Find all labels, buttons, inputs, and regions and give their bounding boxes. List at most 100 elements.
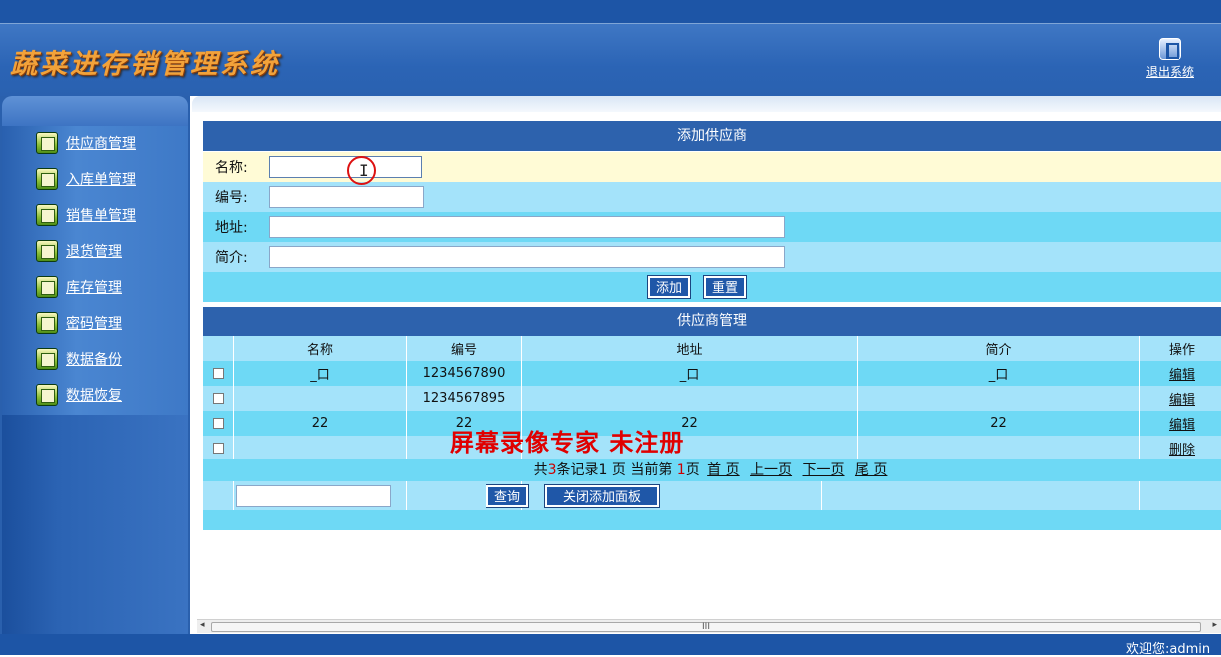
- sidebar-item-label[interactable]: 销售单管理: [66, 205, 136, 225]
- content-frame-top: [192, 96, 1221, 112]
- cell-name: _口: [234, 361, 407, 386]
- watermark: 屏幕录像专家 未注册: [450, 428, 685, 457]
- cell-name: [234, 436, 407, 461]
- top-bar: [0, 0, 1221, 24]
- pager-page-suffix: 页: [685, 462, 700, 478]
- text-cursor-icon: I: [359, 161, 369, 180]
- sidebar-item-label[interactable]: 入库单管理: [66, 169, 136, 189]
- document-icon: [36, 348, 58, 370]
- table-row: _口 1234567890 _口 _口 编辑: [203, 361, 1221, 386]
- delete-link[interactable]: 删除: [1169, 439, 1195, 458]
- cell-code: 1234567890: [407, 361, 522, 386]
- field-label: 编号:: [215, 190, 248, 206]
- sidebar-item-supplier[interactable]: 供应商管理: [36, 128, 136, 158]
- sidebar-item-stock-in[interactable]: 入库单管理: [36, 164, 136, 194]
- document-icon: [36, 276, 58, 298]
- sidebar-item-label[interactable]: 供应商管理: [66, 133, 136, 153]
- supplier-table-title: 供应商管理: [203, 307, 1221, 336]
- select-all-checkbox[interactable]: [212, 443, 224, 454]
- field-label: 名称:: [215, 160, 248, 176]
- document-icon: [36, 240, 58, 262]
- cell-name: [234, 386, 407, 411]
- column-header-code: 编号: [407, 336, 522, 361]
- column-header-op: 操作: [1168, 343, 1195, 358]
- sidebar-item-label[interactable]: 密码管理: [66, 313, 122, 333]
- table-row: 删除: [203, 436, 1221, 461]
- sidebar-item-inventory[interactable]: 库存管理: [36, 272, 122, 302]
- table-row: 22 22 22 22 编辑: [203, 411, 1221, 436]
- table-header: 名称 编号 地址 简介 操作: [203, 336, 1221, 361]
- sidebar-menu: 供应商管理 入库单管理 销售单管理 退货管理 库存管理 密码管理 数据备份 数据…: [2, 126, 188, 415]
- edit-link[interactable]: 编辑: [1169, 364, 1195, 383]
- edit-link[interactable]: 编辑: [1169, 389, 1195, 408]
- sidebar-item-password[interactable]: 密码管理: [36, 308, 122, 338]
- field-label: 简介:: [215, 250, 248, 266]
- column-header-intro: 简介: [858, 336, 1140, 361]
- next-page-link[interactable]: 下一页: [803, 462, 845, 478]
- horizontal-scrollbar[interactable]: ◂ III ▸: [197, 619, 1221, 633]
- close-panel-button[interactable]: 关闭添加面板: [544, 483, 661, 508]
- cell-address: _口: [522, 361, 858, 386]
- search-row: 查询 关闭添加面板: [203, 481, 1221, 510]
- add-form-title: 添加供应商: [203, 121, 1221, 151]
- pager: 共3条记录1 页 当前第 1页 首 页 上一页 下一页 尾 页: [203, 459, 1221, 481]
- cell-intro: _口: [858, 361, 1140, 386]
- intro-input[interactable]: [269, 246, 785, 268]
- exit-icon[interactable]: [1159, 38, 1181, 60]
- sidebar-item-restore[interactable]: 数据恢复: [36, 380, 122, 410]
- sidebar-item-label[interactable]: 数据备份: [66, 349, 122, 369]
- welcome-text: 欢迎您:admin: [1126, 642, 1211, 657]
- document-icon: [36, 168, 58, 190]
- sidebar-item-backup[interactable]: 数据备份: [36, 344, 122, 374]
- row-checkbox[interactable]: [212, 393, 224, 404]
- record-count: 3: [547, 462, 557, 478]
- sidebar-item-sales[interactable]: 销售单管理: [36, 200, 136, 230]
- app-title: 蔬菜进存销管理系统: [10, 49, 280, 80]
- document-icon: [36, 384, 58, 406]
- status-bar: 欢迎您:admin: [0, 634, 1221, 657]
- cell-intro: [858, 386, 1140, 411]
- pager-records-text: 条记录: [556, 462, 599, 478]
- cell-code: 1234567895: [407, 386, 522, 411]
- page-count: 1: [598, 462, 608, 478]
- first-page-link[interactable]: 首 页: [707, 462, 739, 478]
- last-page-link[interactable]: 尾 页: [855, 462, 887, 478]
- row-checkbox[interactable]: [212, 418, 224, 429]
- row-checkbox[interactable]: [212, 368, 224, 379]
- current-page: 1: [676, 462, 686, 478]
- form-actions: 添加 重置: [203, 272, 1221, 302]
- prev-page-link[interactable]: 上一页: [750, 462, 792, 478]
- column-header-name: 名称: [234, 336, 407, 361]
- sidebar-item-label[interactable]: 数据恢复: [66, 385, 122, 405]
- scroll-right-icon[interactable]: ▸: [1212, 620, 1217, 630]
- address-input[interactable]: [269, 216, 785, 238]
- code-input[interactable]: [269, 186, 424, 208]
- sidebar-item-label[interactable]: 库存管理: [66, 277, 122, 297]
- exit-system-link[interactable]: 退出系统: [1146, 65, 1194, 79]
- sidebar-item-returns[interactable]: 退货管理: [36, 236, 122, 266]
- table-row: 1234567895 编辑: [203, 386, 1221, 411]
- document-icon: [36, 204, 58, 226]
- form-row-code: 编号:: [203, 182, 1221, 212]
- search-input[interactable]: [236, 484, 391, 507]
- scroll-left-icon[interactable]: ◂: [200, 620, 205, 630]
- document-icon: [36, 132, 58, 154]
- query-button[interactable]: 查询: [486, 483, 530, 508]
- scroll-thumb[interactable]: III: [211, 622, 1201, 632]
- cell-name: 22: [234, 411, 407, 436]
- column-header-address: 地址: [522, 336, 858, 361]
- add-button[interactable]: 添加: [646, 275, 692, 299]
- sidebar-item-label[interactable]: 退货管理: [66, 241, 122, 261]
- name-input[interactable]: [269, 156, 422, 178]
- document-icon: [36, 312, 58, 334]
- header-select: [203, 336, 234, 361]
- pager-prefix: 共: [533, 462, 548, 478]
- cell-intro: [858, 436, 1140, 461]
- edit-link[interactable]: 编辑: [1169, 414, 1195, 433]
- reset-button[interactable]: 重置: [702, 275, 748, 299]
- cell-intro: 22: [858, 411, 1140, 436]
- form-row-intro: 简介:: [203, 242, 1221, 272]
- exit-system[interactable]: 退出系统: [1145, 38, 1195, 80]
- cell-address: [522, 386, 858, 411]
- pager-page-text: 页 当前第: [611, 462, 673, 478]
